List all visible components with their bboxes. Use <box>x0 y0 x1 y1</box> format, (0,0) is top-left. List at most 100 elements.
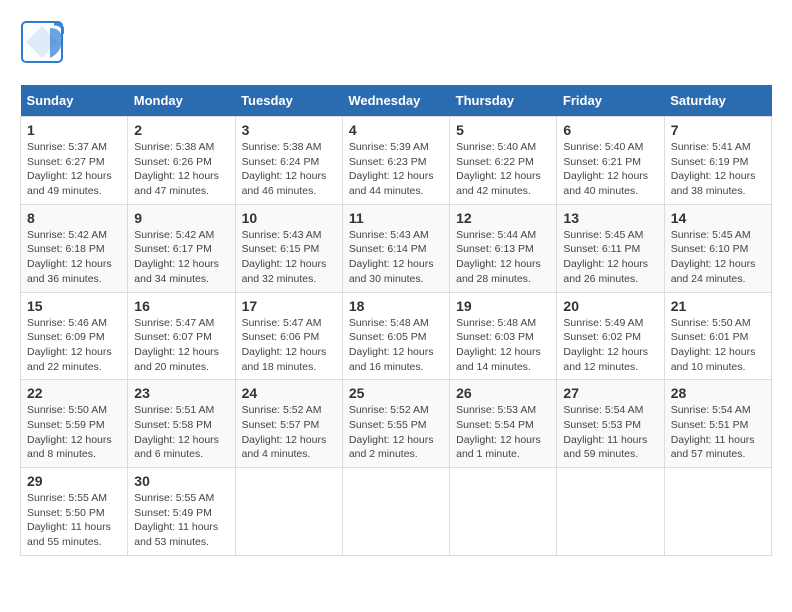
logo <box>20 20 70 69</box>
daylight-hours: Daylight: 12 hours and 42 minutes. <box>456 170 541 197</box>
calendar-cell: 2 Sunrise: 5:38 AM Sunset: 6:26 PM Dayli… <box>128 117 235 205</box>
day-info: Sunrise: 5:38 AM Sunset: 6:26 PM Dayligh… <box>134 140 228 199</box>
calendar-cell: 26 Sunrise: 5:53 AM Sunset: 5:54 PM Dayl… <box>450 380 557 468</box>
day-number: 17 <box>242 298 336 314</box>
day-info: Sunrise: 5:53 AM Sunset: 5:54 PM Dayligh… <box>456 403 550 462</box>
calendar-week-2: 8 Sunrise: 5:42 AM Sunset: 6:18 PM Dayli… <box>21 204 772 292</box>
sunrise-time: Sunrise: 5:47 AM <box>134 317 214 329</box>
day-info: Sunrise: 5:38 AM Sunset: 6:24 PM Dayligh… <box>242 140 336 199</box>
sunset-time: Sunset: 6:10 PM <box>671 243 749 255</box>
sunset-time: Sunset: 6:03 PM <box>456 331 534 343</box>
sunrise-time: Sunrise: 5:41 AM <box>671 141 751 153</box>
day-number: 14 <box>671 210 765 226</box>
header-monday: Monday <box>128 85 235 117</box>
sunset-time: Sunset: 5:50 PM <box>27 507 105 519</box>
sunrise-time: Sunrise: 5:40 AM <box>563 141 643 153</box>
sunrise-time: Sunrise: 5:53 AM <box>456 404 536 416</box>
day-info: Sunrise: 5:43 AM Sunset: 6:15 PM Dayligh… <box>242 228 336 287</box>
daylight-hours: Daylight: 11 hours and 57 minutes. <box>671 434 755 461</box>
daylight-hours: Daylight: 12 hours and 47 minutes. <box>134 170 219 197</box>
daylight-hours: Daylight: 12 hours and 30 minutes. <box>349 258 434 285</box>
daylight-hours: Daylight: 12 hours and 26 minutes. <box>563 258 648 285</box>
sunrise-time: Sunrise: 5:42 AM <box>134 229 214 241</box>
sunrise-time: Sunrise: 5:44 AM <box>456 229 536 241</box>
sunset-time: Sunset: 6:21 PM <box>563 156 641 168</box>
day-info: Sunrise: 5:55 AM Sunset: 5:50 PM Dayligh… <box>27 491 121 550</box>
daylight-hours: Daylight: 12 hours and 2 minutes. <box>349 434 434 461</box>
calendar-cell: 30 Sunrise: 5:55 AM Sunset: 5:49 PM Dayl… <box>128 468 235 556</box>
calendar-cell: 1 Sunrise: 5:37 AM Sunset: 6:27 PM Dayli… <box>21 117 128 205</box>
day-number: 28 <box>671 385 765 401</box>
calendar-table: Sunday Monday Tuesday Wednesday Thursday… <box>20 85 772 556</box>
daylight-hours: Daylight: 12 hours and 8 minutes. <box>27 434 112 461</box>
day-number: 26 <box>456 385 550 401</box>
calendar-cell: 18 Sunrise: 5:48 AM Sunset: 6:05 PM Dayl… <box>342 292 449 380</box>
sunset-time: Sunset: 5:51 PM <box>671 419 749 431</box>
calendar-cell: 7 Sunrise: 5:41 AM Sunset: 6:19 PM Dayli… <box>664 117 771 205</box>
weekday-header-row: Sunday Monday Tuesday Wednesday Thursday… <box>21 85 772 117</box>
calendar-cell <box>235 468 342 556</box>
calendar-cell: 11 Sunrise: 5:43 AM Sunset: 6:14 PM Dayl… <box>342 204 449 292</box>
day-number: 24 <box>242 385 336 401</box>
day-number: 16 <box>134 298 228 314</box>
sunset-time: Sunset: 5:53 PM <box>563 419 641 431</box>
day-number: 4 <box>349 122 443 138</box>
sunrise-time: Sunrise: 5:46 AM <box>27 317 107 329</box>
calendar-cell: 12 Sunrise: 5:44 AM Sunset: 6:13 PM Dayl… <box>450 204 557 292</box>
calendar-cell: 10 Sunrise: 5:43 AM Sunset: 6:15 PM Dayl… <box>235 204 342 292</box>
sunset-time: Sunset: 6:01 PM <box>671 331 749 343</box>
sunrise-time: Sunrise: 5:52 AM <box>242 404 322 416</box>
sunset-time: Sunset: 6:26 PM <box>134 156 212 168</box>
day-number: 5 <box>456 122 550 138</box>
day-info: Sunrise: 5:45 AM Sunset: 6:11 PM Dayligh… <box>563 228 657 287</box>
header-saturday: Saturday <box>664 85 771 117</box>
sunset-time: Sunset: 6:27 PM <box>27 156 105 168</box>
daylight-hours: Daylight: 12 hours and 14 minutes. <box>456 346 541 373</box>
day-number: 29 <box>27 473 121 489</box>
day-number: 11 <box>349 210 443 226</box>
day-info: Sunrise: 5:47 AM Sunset: 6:06 PM Dayligh… <box>242 316 336 375</box>
day-info: Sunrise: 5:43 AM Sunset: 6:14 PM Dayligh… <box>349 228 443 287</box>
daylight-hours: Daylight: 12 hours and 6 minutes. <box>134 434 219 461</box>
daylight-hours: Daylight: 12 hours and 22 minutes. <box>27 346 112 373</box>
day-info: Sunrise: 5:44 AM Sunset: 6:13 PM Dayligh… <box>456 228 550 287</box>
day-number: 18 <box>349 298 443 314</box>
day-info: Sunrise: 5:54 AM Sunset: 5:53 PM Dayligh… <box>563 403 657 462</box>
header-sunday: Sunday <box>21 85 128 117</box>
day-number: 13 <box>563 210 657 226</box>
day-info: Sunrise: 5:54 AM Sunset: 5:51 PM Dayligh… <box>671 403 765 462</box>
day-info: Sunrise: 5:37 AM Sunset: 6:27 PM Dayligh… <box>27 140 121 199</box>
sunrise-time: Sunrise: 5:51 AM <box>134 404 214 416</box>
day-number: 8 <box>27 210 121 226</box>
sunset-time: Sunset: 6:19 PM <box>671 156 749 168</box>
calendar-cell <box>450 468 557 556</box>
sunrise-time: Sunrise: 5:55 AM <box>134 492 214 504</box>
sunrise-time: Sunrise: 5:45 AM <box>563 229 643 241</box>
sunrise-time: Sunrise: 5:43 AM <box>242 229 322 241</box>
day-info: Sunrise: 5:52 AM Sunset: 5:55 PM Dayligh… <box>349 403 443 462</box>
logo-icon <box>20 20 64 69</box>
sunrise-time: Sunrise: 5:42 AM <box>27 229 107 241</box>
sunset-time: Sunset: 6:14 PM <box>349 243 427 255</box>
day-number: 25 <box>349 385 443 401</box>
sunrise-time: Sunrise: 5:50 AM <box>671 317 751 329</box>
daylight-hours: Daylight: 11 hours and 59 minutes. <box>563 434 647 461</box>
calendar-cell: 21 Sunrise: 5:50 AM Sunset: 6:01 PM Dayl… <box>664 292 771 380</box>
sunset-time: Sunset: 6:18 PM <box>27 243 105 255</box>
day-info: Sunrise: 5:41 AM Sunset: 6:19 PM Dayligh… <box>671 140 765 199</box>
daylight-hours: Daylight: 12 hours and 16 minutes. <box>349 346 434 373</box>
calendar-cell: 22 Sunrise: 5:50 AM Sunset: 5:59 PM Dayl… <box>21 380 128 468</box>
sunset-time: Sunset: 6:09 PM <box>27 331 105 343</box>
daylight-hours: Daylight: 12 hours and 36 minutes. <box>27 258 112 285</box>
day-number: 30 <box>134 473 228 489</box>
calendar-week-3: 15 Sunrise: 5:46 AM Sunset: 6:09 PM Dayl… <box>21 292 772 380</box>
sunset-time: Sunset: 5:59 PM <box>27 419 105 431</box>
calendar-cell: 19 Sunrise: 5:48 AM Sunset: 6:03 PM Dayl… <box>450 292 557 380</box>
day-info: Sunrise: 5:55 AM Sunset: 5:49 PM Dayligh… <box>134 491 228 550</box>
sunrise-time: Sunrise: 5:48 AM <box>456 317 536 329</box>
header-friday: Friday <box>557 85 664 117</box>
sunrise-time: Sunrise: 5:43 AM <box>349 229 429 241</box>
day-info: Sunrise: 5:39 AM Sunset: 6:23 PM Dayligh… <box>349 140 443 199</box>
daylight-hours: Daylight: 12 hours and 34 minutes. <box>134 258 219 285</box>
sunrise-time: Sunrise: 5:48 AM <box>349 317 429 329</box>
